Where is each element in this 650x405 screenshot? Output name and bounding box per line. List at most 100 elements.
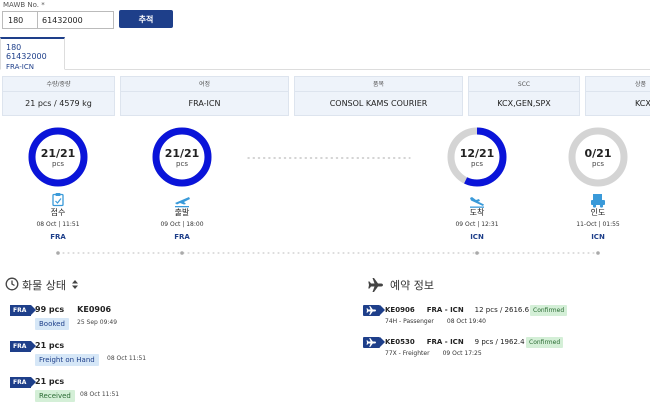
summary-value: KCX,GEN,SPX [497,99,551,108]
booking-item: KE0906 FRA - ICN 12 pcs / 2616.6 kg Confir… [363,305,650,329]
booking-route: FRA - ICN [426,338,464,346]
mawb-label: MAWB No. * [3,1,45,9]
booking-details: 77X - Freighter 09 Oct 17:25 [385,350,482,357]
booking-route: FRA - ICN [426,306,464,314]
summary-card-product: 상품 KCX [585,76,650,116]
status-section-title: 화물 상태 [22,279,66,292]
milestone-label: 출발 [175,207,190,217]
status-flight: KE0906 [77,305,112,314]
summary-card-scc: SCC KCX,GEN,SPX [468,76,580,116]
status-date: 25 Sep 09:49 [77,319,118,326]
status-badge: Booked [35,318,69,330]
milestone-location: FRA [174,233,190,241]
summary-value: KCX [635,99,650,108]
status-pcs: 21 pcs [35,341,65,350]
milestone-unit: pcs [592,160,604,168]
status-item: FRA 99 pcs KE0906 Booked 25 Sep 09:49 [10,305,340,333]
milestone-location: ICN [591,233,605,241]
milestone-date: 08 Oct | 11:51 [36,221,79,228]
booking-date: 09 Oct 17:25 [442,350,482,357]
summary-header: 품목 [295,77,462,92]
summary-value: CONSOL KAMS COURIER [329,99,428,108]
milestone-date: 09 Oct | 18:00 [160,221,203,228]
milestone-unit: pcs [471,160,483,168]
station-flag: FRA [10,305,36,316]
booking-details: 74H - Passenger 08 Oct 19:40 [385,318,486,325]
booking-flag [363,305,385,316]
status-item: FRA 21 pcs Freight on Hand 08 Oct 11:51 [10,341,340,369]
milestone-label: 도착 [470,208,485,217]
status-section-header[interactable]: 화물 상태 [22,277,78,293]
booking-summary: KE0906 FRA - ICN 12 pcs / 2616.6 kg [385,306,540,314]
timeline-dot [56,251,60,255]
tab-shipment-number: 180 61432000 [6,43,47,61]
clipboard-icon [52,193,64,207]
booking-item: KE0530 FRA - ICN 9 pcs / 1962.4 kg Confirm… [363,337,650,361]
summary-header: 수량/중량 [3,77,114,92]
summary-value: FRA-ICN [188,99,221,108]
booking-date: 08 Oct 19:40 [446,318,486,325]
status-summary: 21 pcs [35,377,64,386]
summary-header: 상품 [586,77,650,92]
sort-icon[interactable] [71,280,78,289]
milestone-arrived: 12/21 pcs 도착 09 Oct | 12:31 ICN [447,127,507,255]
airplane-icon [366,338,376,347]
milestone-count: 0/21 [585,147,612,160]
booking-flight: KE0530 [385,338,415,346]
milestone-delivered: 0/21 pcs 인도 11-Oct | 01:55 ICN [568,127,628,255]
plane-departure-icon [175,197,190,208]
booking-status-badge: Confirmed [526,337,564,348]
status-pcs: 21 pcs [35,377,65,386]
status-summary: 21 pcs [35,341,64,350]
status-badge: Received [35,390,75,402]
summary-header: 여정 [121,77,288,92]
milestone-count: 21/21 [165,147,200,160]
booking-summary: KE0530 FRA - ICN 9 pcs / 1962.4 kg [385,338,535,346]
airplane-icon [366,306,376,315]
booking-flag [363,337,385,348]
timeline-dot [475,251,479,255]
booking-aircraft: 77X - Freighter [385,350,430,357]
milestone-location: ICN [470,233,484,241]
milestone-date: 09 Oct | 12:31 [455,221,498,228]
milestone-label: 접수 [51,207,66,217]
milestone-received: 21/21 pcs 접수 08 Oct | 11:51 FRA [28,127,88,255]
track-button[interactable]: 추적 [119,10,173,28]
milestone-unit: pcs [52,160,64,168]
status-date: 08 Oct 11:51 [80,391,120,398]
summary-card-quantity: 수량/중량 21 pcs / 4579 kg [2,76,115,116]
status-badge: Freight on Hand [35,354,99,366]
booking-aircraft: 74H - Passenger [385,318,434,325]
status-summary: 99 pcs KE0906 [35,305,111,314]
summary-header: SCC [469,77,579,92]
booking-section-header: 예약 정보 [390,277,434,293]
milestone-count: 21/21 [41,147,76,160]
clock-icon [5,277,19,291]
booking-flight: KE0906 [385,306,415,314]
tab-shipment-route: FRA-ICN [6,63,34,71]
booking-section-title: 예약 정보 [390,279,434,292]
mawb-number-input[interactable] [38,11,114,29]
truck-delivery-icon [591,194,605,208]
tab-divider [0,69,650,70]
milestone-label: 인도 [591,207,606,217]
plane-arrival-icon [470,197,484,208]
tab-shipment[interactable]: 180 61432000 FRA-ICN [0,37,65,71]
mawb-prefix-input[interactable] [2,11,38,29]
station-flag: FRA [10,341,36,352]
milestone-count: 12/21 [460,147,495,160]
timeline-dot [180,251,184,255]
summary-value: 21 pcs / 4579 kg [25,99,92,108]
milestone-unit: pcs [176,160,188,168]
milestone-location: FRA [50,233,66,241]
status-pcs: 99 pcs [35,305,65,314]
summary-card-commodity: 품목 CONSOL KAMS COURIER [294,76,463,116]
timeline-dot [596,251,600,255]
summary-card-route: 여정 FRA-ICN [120,76,289,116]
station-flag: FRA [10,377,36,388]
milestone-tracker: 21/21 pcs 접수 08 Oct | 11:51 FRA 21/21 pc… [28,127,628,255]
milestone-date: 11-Oct | 01:55 [576,221,620,228]
status-item: FRA 21 pcs Received 08 Oct 11:51 [10,377,340,405]
status-date: 08 Oct 11:51 [107,355,147,362]
airplane-icon [368,278,383,292]
